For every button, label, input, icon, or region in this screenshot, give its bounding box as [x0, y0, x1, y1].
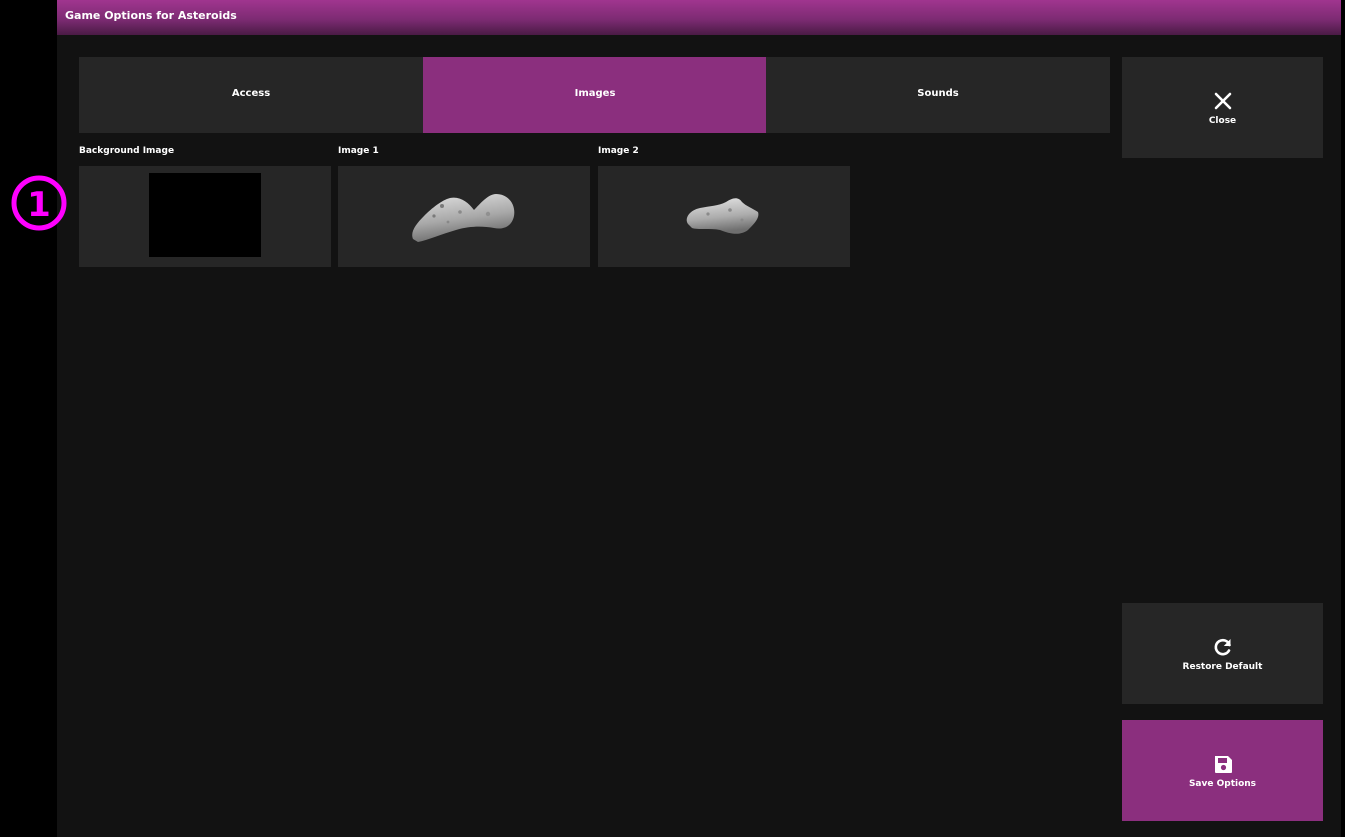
- background-image-label: Background Image: [79, 146, 175, 156]
- image-2-label: Image 2: [598, 146, 639, 156]
- tab-access[interactable]: Access: [79, 57, 423, 133]
- image-2-tile[interactable]: [598, 166, 850, 267]
- close-icon: [1214, 92, 1231, 109]
- tab-label: Images: [574, 87, 616, 99]
- image-1-tile[interactable]: [338, 166, 590, 267]
- tab-sounds[interactable]: Sounds: [766, 57, 1110, 133]
- black-image-preview: [149, 173, 261, 257]
- background-image-tile[interactable]: [79, 166, 331, 267]
- restore-default-label: Restore Default: [1182, 661, 1263, 672]
- restore-default-button[interactable]: Restore Default: [1122, 603, 1323, 704]
- asteroid-image: [686, 198, 759, 234]
- annotation-number: 1: [27, 185, 51, 225]
- refresh-icon: [1214, 638, 1231, 655]
- save-options-button[interactable]: Save Options: [1122, 720, 1323, 821]
- title-bar: Game Options for Asteroids: [57, 0, 1341, 35]
- game-options-window: Game Options for Asteroids Access Images…: [57, 0, 1341, 837]
- window-title: Game Options for Asteroids: [65, 9, 237, 22]
- tab-label: Sounds: [917, 87, 959, 99]
- save-options-label: Save Options: [1188, 778, 1257, 789]
- image-1-label: Image 1: [338, 146, 379, 156]
- close-label: Close: [1208, 115, 1237, 126]
- floppy-disk-icon: [1214, 755, 1232, 773]
- asteroid-image: [412, 194, 515, 242]
- tab-images[interactable]: Images: [423, 57, 767, 133]
- tab-label: Access: [231, 87, 271, 99]
- annotation-badge: 1: [11, 175, 67, 231]
- close-button[interactable]: Close: [1122, 57, 1323, 158]
